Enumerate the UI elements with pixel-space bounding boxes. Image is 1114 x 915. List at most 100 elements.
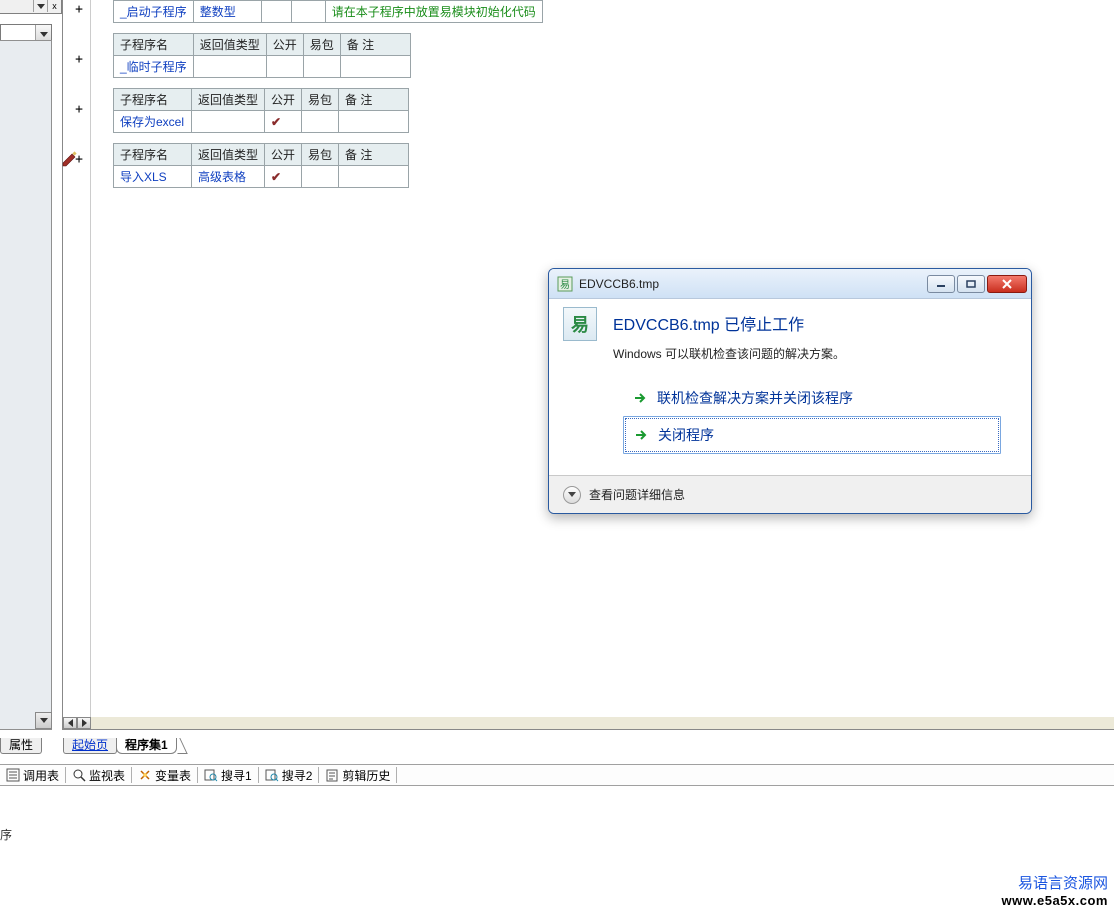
- cell-pub-check[interactable]: ✔: [265, 166, 302, 188]
- cell-pkg[interactable]: [291, 1, 325, 23]
- cell-note[interactable]: [339, 166, 409, 188]
- table-row[interactable]: _临时子程序: [114, 56, 411, 78]
- table-header-row: 子程序名 返回值类型 公开 易包 备 注: [114, 34, 411, 56]
- toolbar-item-calltable[interactable]: 调用表: [0, 765, 65, 785]
- cell-name[interactable]: _启动子程序: [114, 1, 194, 23]
- header-name: 子程序名: [114, 144, 192, 166]
- cell-pub[interactable]: [261, 1, 291, 23]
- watermark-en: www.e5a5x.com: [1002, 893, 1108, 909]
- toolbar-item-cliphistory[interactable]: 剪辑历史: [319, 765, 396, 785]
- variable-icon: [138, 768, 152, 782]
- subprogram-table-1: 子程序名 返回值类型 公开 易包 备 注 _临时子程序: [113, 33, 411, 78]
- expand-details-button[interactable]: [563, 486, 581, 504]
- dialog-option-check-online[interactable]: 联机检查解决方案并关闭该程序: [623, 380, 1013, 416]
- search-icon: [204, 768, 218, 782]
- toolbar-item-vartable[interactable]: 变量表: [132, 765, 197, 785]
- watermark-cn: 易语言资源网: [1002, 875, 1108, 893]
- header-note: 备 注: [339, 89, 409, 111]
- bottom-toolbar: 调用表 监视表 变量表 搜寻1 搜寻2 剪辑历史: [0, 764, 1114, 786]
- cell-pkg[interactable]: [302, 166, 339, 188]
- side-panel-scroll-down[interactable]: [35, 712, 52, 729]
- cell-ret[interactable]: 高级表格: [192, 166, 265, 188]
- expand-plus-icon[interactable]: +: [73, 2, 85, 17]
- toolbar-label: 搜寻1: [221, 767, 252, 784]
- tab-start-page[interactable]: 起始页: [63, 738, 117, 754]
- toolbar-item-search2[interactable]: 搜寻2: [259, 765, 319, 785]
- header-pkg: 易包: [302, 89, 339, 111]
- minimize-button[interactable]: [927, 275, 955, 293]
- list-icon: [6, 768, 20, 782]
- chevron-right-icon: [82, 719, 87, 727]
- arrow-right-icon: [633, 391, 647, 405]
- header-ret: 返回值类型: [192, 144, 265, 166]
- program-icon-glyph: 易: [571, 311, 589, 337]
- cell-ret[interactable]: 整数型: [193, 1, 261, 23]
- scroll-left-button[interactable]: [63, 717, 77, 729]
- maximize-button[interactable]: [957, 275, 985, 293]
- table-header-row: 子程序名 返回值类型 公开 易包 备 注: [114, 144, 409, 166]
- tab-label: 起始页: [72, 738, 108, 752]
- tab-label: 程序集1: [125, 738, 168, 752]
- table-row[interactable]: 保存为excel ✔: [114, 111, 409, 133]
- dialog-footer-label[interactable]: 查看问题详细信息: [589, 486, 685, 503]
- header-name: 子程序名: [114, 89, 192, 111]
- cell-note[interactable]: [340, 56, 410, 78]
- header-pub: 公开: [265, 89, 302, 111]
- subprogram-table-2: 子程序名 返回值类型 公开 易包 备 注 保存为excel ✔: [113, 88, 409, 133]
- chevron-left-icon: [68, 719, 73, 727]
- chevron-down-icon: [37, 4, 45, 9]
- panel-close-button[interactable]: x: [47, 0, 61, 12]
- close-icon: x: [52, 2, 57, 11]
- header-pub: 公开: [265, 144, 302, 166]
- watermark: 易语言资源网 www.e5a5x.com: [1002, 875, 1108, 909]
- expand-plus-icon[interactable]: +: [73, 52, 85, 67]
- magnifier-icon: [72, 768, 86, 782]
- subprogram-table-0: _启动子程序 整数型 请在本子程序中放置易模块初始化代码: [113, 0, 543, 23]
- cell-name[interactable]: 保存为excel: [114, 111, 192, 133]
- edit-pencil-icon: [61, 150, 79, 168]
- dialog-option-close-program[interactable]: 关闭程序: [623, 416, 1001, 454]
- panel-dropdown-button[interactable]: [33, 0, 47, 12]
- table-header-row: 子程序名 返回值类型 公开 易包 备 注: [114, 89, 409, 111]
- toolbar-item-search1[interactable]: 搜寻1: [198, 765, 258, 785]
- side-panel-header: x: [0, 0, 62, 44]
- search-icon: [265, 768, 279, 782]
- toolbar-item-watch[interactable]: 监视表: [66, 765, 131, 785]
- horizontal-scrollbar[interactable]: [63, 717, 1114, 729]
- scroll-right-button[interactable]: [77, 717, 91, 729]
- tab-program-set[interactable]: 程序集1: [116, 738, 177, 754]
- chevron-down-icon: [568, 492, 576, 497]
- toolbar-label: 搜寻2: [282, 767, 313, 784]
- tab-properties[interactable]: 属性: [0, 738, 42, 754]
- cell-name[interactable]: 导入XLS: [114, 166, 192, 188]
- svg-text:易: 易: [560, 279, 570, 291]
- cell-note[interactable]: [339, 111, 409, 133]
- table-row[interactable]: _启动子程序 整数型 请在本子程序中放置易模块初始化代码: [114, 1, 543, 23]
- toolbar-label: 调用表: [23, 767, 59, 784]
- clipboard-icon: [325, 768, 339, 782]
- table-row[interactable]: 导入XLS 高级表格 ✔: [114, 166, 409, 188]
- close-button[interactable]: [987, 275, 1027, 293]
- chevron-down-icon: [40, 32, 48, 37]
- cell-pub[interactable]: [266, 56, 303, 78]
- expand-plus-icon[interactable]: +: [73, 102, 85, 117]
- cell-ret[interactable]: [193, 56, 266, 78]
- toolbar-label: 剪辑历史: [342, 767, 390, 784]
- code-gutter: + + + +: [63, 0, 91, 729]
- dialog-title: EDVCCB6.tmp: [579, 277, 925, 291]
- editor-tabs: 属性 起始页 程序集1: [0, 736, 1114, 754]
- tab-label: 属性: [9, 738, 33, 752]
- cell-pkg[interactable]: [303, 56, 340, 78]
- dialog-titlebar[interactable]: 易 EDVCCB6.tmp: [549, 269, 1031, 299]
- cell-name[interactable]: _临时子程序: [114, 56, 194, 78]
- toolbar-label: 变量表: [155, 767, 191, 784]
- cell-ret[interactable]: [192, 111, 265, 133]
- header-pub: 公开: [266, 34, 303, 56]
- status-text: 序: [0, 826, 12, 843]
- option-label: 联机检查解决方案并关闭该程序: [657, 388, 853, 408]
- cell-pub-check[interactable]: ✔: [265, 111, 302, 133]
- cell-note[interactable]: 请在本子程序中放置易模块初始化代码: [325, 1, 542, 23]
- app-icon: 易: [557, 276, 573, 292]
- cell-pkg[interactable]: [302, 111, 339, 133]
- header-ret: 返回值类型: [192, 89, 265, 111]
